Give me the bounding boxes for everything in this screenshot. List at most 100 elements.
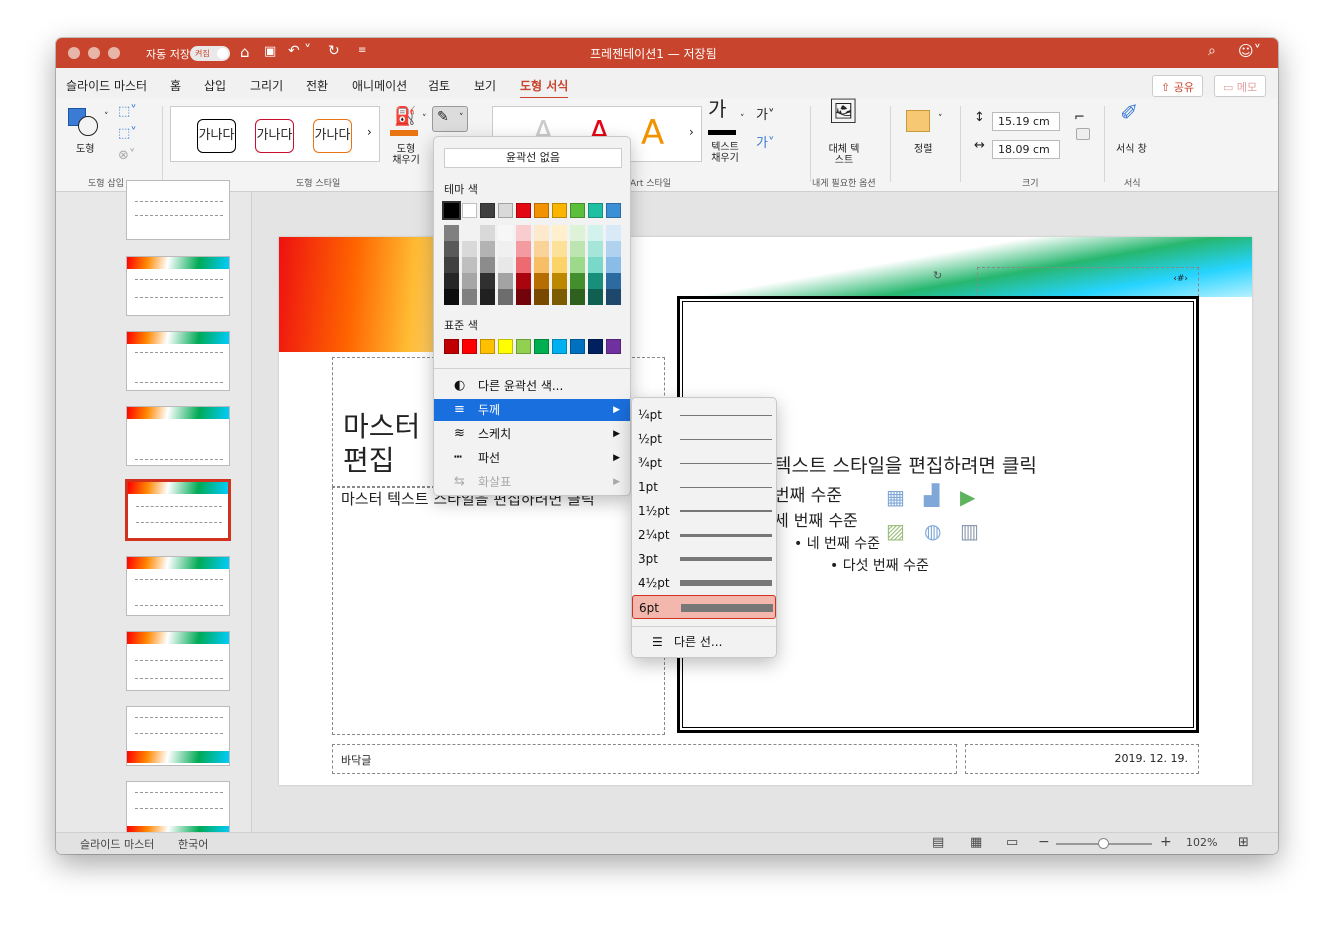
- shape-styles-gallery[interactable]: 가나다 가나다 가나다 ›: [170, 106, 380, 162]
- insert-online-picture-icon[interactable]: ◍: [924, 519, 941, 543]
- theme-shade-swatch[interactable]: [444, 273, 459, 289]
- theme-shade-swatch[interactable]: [498, 289, 513, 305]
- theme-shade-swatch[interactable]: [516, 273, 531, 289]
- theme-shade-swatch[interactable]: [552, 289, 567, 305]
- theme-shade-swatch[interactable]: [516, 257, 531, 273]
- standard-color-swatch[interactable]: [480, 339, 495, 354]
- zoom-in-icon[interactable]: +: [1160, 834, 1172, 850]
- theme-color-swatch[interactable]: [588, 203, 603, 218]
- theme-shade-swatch[interactable]: [516, 241, 531, 257]
- save-icon[interactable]: ▣: [264, 44, 276, 59]
- theme-shade-swatch[interactable]: [552, 257, 567, 273]
- thumbnail-slide[interactable]: [126, 331, 230, 391]
- standard-color-swatch[interactable]: [570, 339, 585, 354]
- theme-shade-swatch[interactable]: [606, 225, 621, 241]
- gallery-more-icon[interactable]: ›: [367, 125, 372, 139]
- presenter-view-icon[interactable]: ▭: [1006, 835, 1018, 850]
- thumbnail-slide[interactable]: [126, 631, 230, 691]
- smiley-feedback-icon[interactable]: ☺˅: [1238, 42, 1261, 60]
- close-window-button[interactable]: [68, 47, 80, 59]
- wordart-more-icon[interactable]: ›: [689, 125, 694, 139]
- alt-text-icon[interactable]: 🖼: [828, 99, 858, 123]
- insert-video-icon[interactable]: ▥: [960, 519, 979, 543]
- theme-shade-swatch[interactable]: [444, 257, 459, 273]
- arrange-icon[interactable]: [906, 110, 930, 132]
- theme-shade-swatch[interactable]: [498, 241, 513, 257]
- theme-shade-swatch[interactable]: [606, 257, 621, 273]
- document-title[interactable]: 프레젠테이션1 — 저장됨: [590, 45, 717, 62]
- lock-aspect-checkbox[interactable]: [1076, 128, 1090, 140]
- theme-shade-swatch[interactable]: [498, 273, 513, 289]
- theme-shade-swatch[interactable]: [570, 273, 585, 289]
- theme-shade-swatch[interactable]: [534, 289, 549, 305]
- theme-color-swatch[interactable]: [606, 203, 621, 218]
- theme-shade-swatch[interactable]: [480, 289, 495, 305]
- insert-table-icon[interactable]: ▦: [886, 485, 905, 509]
- text-box-icon[interactable]: ⬚˅: [118, 105, 137, 118]
- style-sample-red[interactable]: 가나다: [255, 119, 294, 153]
- theme-shade-swatch[interactable]: [588, 241, 603, 257]
- normal-view-icon[interactable]: ▤: [932, 835, 944, 850]
- weight-menu-item[interactable]: ≡ 두께 ▶: [434, 399, 630, 421]
- theme-shade-swatch[interactable]: [480, 225, 495, 241]
- theme-shade-swatch[interactable]: [570, 241, 585, 257]
- customize-toolbar-icon[interactable]: ≡: [358, 45, 366, 56]
- theme-shade-swatch[interactable]: [516, 225, 531, 241]
- weight-option[interactable]: ¼pt: [632, 403, 776, 427]
- slide-sorter-icon[interactable]: ▦: [970, 835, 982, 850]
- redo-icon[interactable]: ↻: [328, 43, 340, 59]
- theme-shade-swatch[interactable]: [588, 273, 603, 289]
- style-sample-orange[interactable]: 가나다: [313, 119, 352, 153]
- shapes-icon[interactable]: [68, 108, 98, 136]
- theme-shade-swatch[interactable]: [534, 257, 549, 273]
- tab-review[interactable]: 검토: [428, 77, 450, 94]
- arrange-dropdown-icon[interactable]: ˅: [938, 114, 943, 125]
- merge-shapes-icon[interactable]: ⊗˅: [118, 149, 135, 162]
- theme-shade-swatch[interactable]: [462, 241, 477, 257]
- theme-shade-swatch[interactable]: [444, 241, 459, 257]
- text-fill-icon[interactable]: 가: [708, 99, 726, 119]
- theme-shade-swatch[interactable]: [552, 241, 567, 257]
- theme-shade-swatch[interactable]: [552, 273, 567, 289]
- date-placeholder[interactable]: 2019. 12. 19.: [965, 744, 1199, 774]
- undo-icon[interactable]: ↶ ˅: [288, 43, 311, 59]
- tab-insert[interactable]: 삽입: [204, 77, 226, 94]
- weight-option[interactable]: 4½pt: [632, 571, 776, 595]
- theme-shade-swatch[interactable]: [462, 289, 477, 305]
- thumbnail-slide[interactable]: [126, 556, 230, 616]
- page-number-placeholder[interactable]: ‹#›: [977, 267, 1199, 297]
- text-effects-icon[interactable]: 가˅: [756, 137, 774, 150]
- text-placeholder-left[interactable]: 마스터 텍스트 스타일을 편집하려면 클릭: [332, 487, 665, 735]
- lock-aspect-icon[interactable]: ⌐: [1074, 111, 1085, 124]
- more-lines-item[interactable]: ☰ 다른 선...: [632, 630, 776, 654]
- theme-shade-swatch[interactable]: [588, 225, 603, 241]
- weight-option[interactable]: 2¼pt: [632, 523, 776, 547]
- weight-option[interactable]: 3pt: [632, 547, 776, 571]
- theme-shade-swatch[interactable]: [552, 225, 567, 241]
- weight-option[interactable]: ½pt: [632, 427, 776, 451]
- format-pane-icon[interactable]: ✐: [1120, 103, 1138, 125]
- theme-shade-swatch[interactable]: [534, 241, 549, 257]
- theme-shade-swatch[interactable]: [480, 257, 495, 273]
- thumbnail-slide-selected[interactable]: [126, 480, 230, 540]
- no-outline-button[interactable]: 윤곽선 없음: [444, 148, 622, 168]
- theme-shade-swatch[interactable]: [444, 225, 459, 241]
- theme-shade-swatch[interactable]: [498, 257, 513, 273]
- theme-shade-swatch[interactable]: [534, 225, 549, 241]
- theme-shade-swatch[interactable]: [462, 273, 477, 289]
- slide-thumbnail-pane[interactable]: [56, 180, 252, 841]
- theme-shade-swatch[interactable]: [570, 289, 585, 305]
- zoom-window-button[interactable]: [108, 47, 120, 59]
- theme-color-swatch[interactable]: [516, 203, 531, 218]
- theme-shade-swatch[interactable]: [534, 273, 549, 289]
- theme-shade-swatch[interactable]: [570, 257, 585, 273]
- theme-color-swatch[interactable]: [552, 203, 567, 218]
- minimize-window-button[interactable]: [88, 47, 100, 59]
- tab-home[interactable]: 홈: [170, 77, 181, 94]
- arrows-menu-item[interactable]: ⇆ 화살표 ▶: [434, 471, 630, 493]
- weight-option[interactable]: 1½pt: [632, 499, 776, 523]
- weight-option[interactable]: 1pt: [632, 475, 776, 499]
- theme-shade-swatch[interactable]: [462, 257, 477, 273]
- standard-color-swatch[interactable]: [588, 339, 603, 354]
- edit-shape-icon[interactable]: ⬚˅: [118, 127, 137, 140]
